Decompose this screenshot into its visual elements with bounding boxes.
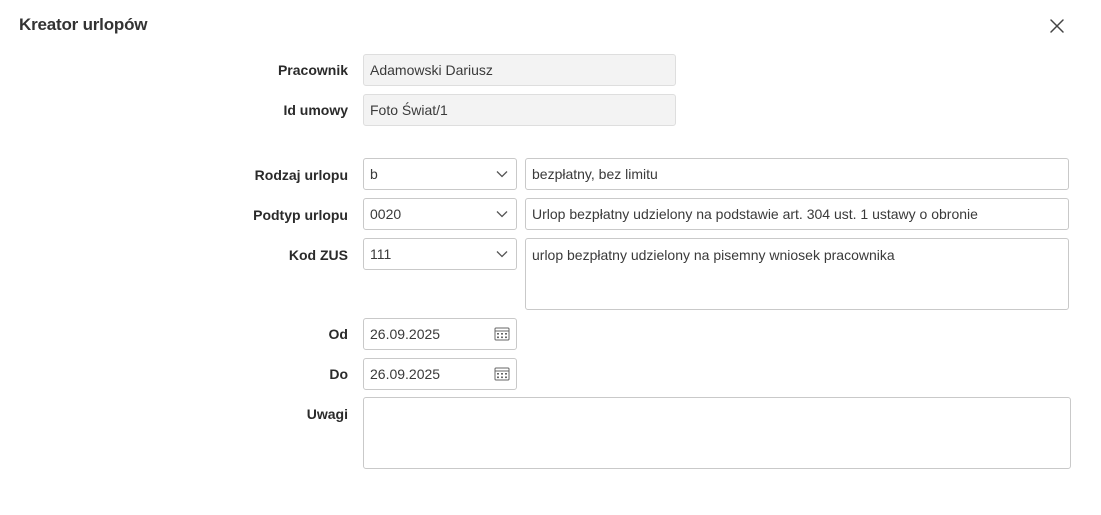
uwagi-label: Uwagi xyxy=(306,406,348,422)
pracownik-value: Adamowski Dariusz xyxy=(370,62,493,78)
rodzaj-urlopu-code: b xyxy=(370,166,378,182)
dialog-title: Kreator urlopów xyxy=(19,15,148,34)
do-date-input[interactable]: 26.09.2025 xyxy=(363,358,517,390)
od-date-input[interactable]: 26.09.2025 xyxy=(363,318,517,350)
id-umowy-value: Foto Świat/1 xyxy=(370,102,448,118)
podtyp-urlopu-select[interactable]: 0020 xyxy=(363,198,517,230)
pracownik-label: Pracownik xyxy=(277,62,348,78)
id-umowy-field: Foto Świat/1 xyxy=(363,94,676,126)
kod-zus-label: Kod ZUS xyxy=(288,247,348,263)
rodzaj-urlopu-select[interactable]: b xyxy=(363,158,517,190)
od-label: Od xyxy=(328,326,348,342)
id-umowy-label: Id umowy xyxy=(283,102,348,118)
chevron-down-icon xyxy=(496,171,508,178)
podtyp-urlopu-label: Podtyp urlopu xyxy=(253,207,348,223)
chevron-down-icon xyxy=(496,251,508,258)
od-date-value: 26.09.2025 xyxy=(370,326,441,342)
kod-zus-code: 111 xyxy=(370,246,392,262)
uwagi-textarea[interactable] xyxy=(363,397,1071,469)
podtyp-urlopu-description-text: Urlop bezpłatny udzielony na podstawie a… xyxy=(532,206,978,222)
pracownik-field: Adamowski Dariusz xyxy=(363,54,676,86)
podtyp-urlopu-description[interactable]: Urlop bezpłatny udzielony na podstawie a… xyxy=(525,198,1069,230)
chevron-down-icon xyxy=(496,211,508,218)
calendar-icon[interactable] xyxy=(494,326,510,342)
kod-zus-description-text: urlop bezpłatny udzielony na pisemny wni… xyxy=(532,247,895,263)
kod-zus-description[interactable]: urlop bezpłatny udzielony na pisemny wni… xyxy=(525,238,1069,310)
podtyp-urlopu-code: 0020 xyxy=(370,206,402,222)
rodzaj-urlopu-label: Rodzaj urlopu xyxy=(254,167,348,183)
do-label: Do xyxy=(329,366,348,382)
rodzaj-urlopu-description-text: bezpłatny, bez limitu xyxy=(532,166,658,182)
do-date-value: 26.09.2025 xyxy=(370,366,441,382)
rodzaj-urlopu-description[interactable]: bezpłatny, bez limitu xyxy=(525,158,1069,190)
kod-zus-select[interactable]: 111 xyxy=(363,238,517,270)
close-icon xyxy=(1050,19,1064,33)
calendar-icon[interactable] xyxy=(494,366,510,382)
close-button[interactable] xyxy=(1045,14,1069,38)
